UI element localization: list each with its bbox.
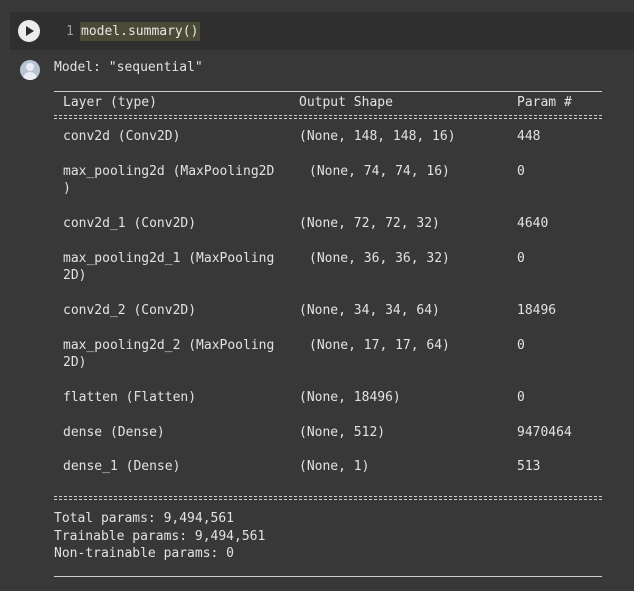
param-count: 513 <box>517 459 541 474</box>
avatar-head <box>26 63 34 71</box>
param-count: 0 <box>517 390 525 405</box>
output-shape: (None, 34, 34, 64) <box>299 303 440 318</box>
code-cell[interactable]: 1 model.summary() <box>10 12 634 50</box>
param-count: 0 <box>517 338 525 353</box>
run-cell-button[interactable] <box>18 20 40 42</box>
output-shape: (None, 36, 36, 32) <box>309 251 450 266</box>
output-shape: (None, 512) <box>299 425 386 440</box>
non-trainable-params: Non-trainable params: 0 <box>54 546 235 561</box>
layer-name: conv2d_2 (Conv2D) <box>63 303 197 318</box>
output-shape: (None, 18496) <box>299 390 401 405</box>
layer-name-continued: ) <box>63 181 71 196</box>
header-param-count: Param # <box>517 95 572 110</box>
layer-name: conv2d (Conv2D) <box>63 129 181 144</box>
param-count: 18496 <box>517 303 557 318</box>
layer-name: max_pooling2d (MaxPooling2D <box>63 164 275 179</box>
layer-name: conv2d_1 (Conv2D) <box>63 216 197 231</box>
param-count: 0 <box>517 164 525 179</box>
trainable-params: Trainable params: 9,494,561 <box>54 529 266 544</box>
total-params: Total params: 9,494,561 <box>54 511 235 526</box>
avatar-body <box>23 72 37 80</box>
layer-name: max_pooling2d_1 (MaxPooling <box>63 251 275 266</box>
table-bottom-rule <box>54 576 602 577</box>
param-count: 0 <box>517 251 525 266</box>
header-separator <box>54 115 602 119</box>
layer-name-continued: 2D) <box>63 355 87 370</box>
header-output-shape: Output Shape <box>299 95 393 110</box>
output-shape: (None, 72, 72, 32) <box>299 216 440 231</box>
table-top-rule <box>54 91 602 92</box>
output-shape: (None, 17, 17, 64) <box>309 338 450 353</box>
output-shape: (None, 148, 148, 16) <box>299 129 456 144</box>
line-number: 1 <box>66 24 74 39</box>
play-icon <box>26 26 34 36</box>
layer-name: dense (Dense) <box>63 425 165 440</box>
footer-separator <box>54 496 602 500</box>
param-count: 448 <box>517 129 541 144</box>
layer-name: max_pooling2d_2 (MaxPooling <box>63 338 275 353</box>
header-layer: Layer (type) <box>63 95 157 110</box>
layer-name-continued: 2D) <box>63 268 87 283</box>
output-shape: (None, 74, 74, 16) <box>309 164 450 179</box>
output-avatar-icon <box>20 60 40 80</box>
param-count: 9470464 <box>517 425 572 440</box>
code-line[interactable]: model.summary() <box>80 22 201 41</box>
param-count: 4640 <box>517 216 549 231</box>
output-shape: (None, 1) <box>299 459 370 474</box>
layer-name: flatten (Flatten) <box>63 390 197 405</box>
layer-name: dense_1 (Dense) <box>63 459 181 474</box>
model-title: Model: "sequential" <box>54 60 203 75</box>
